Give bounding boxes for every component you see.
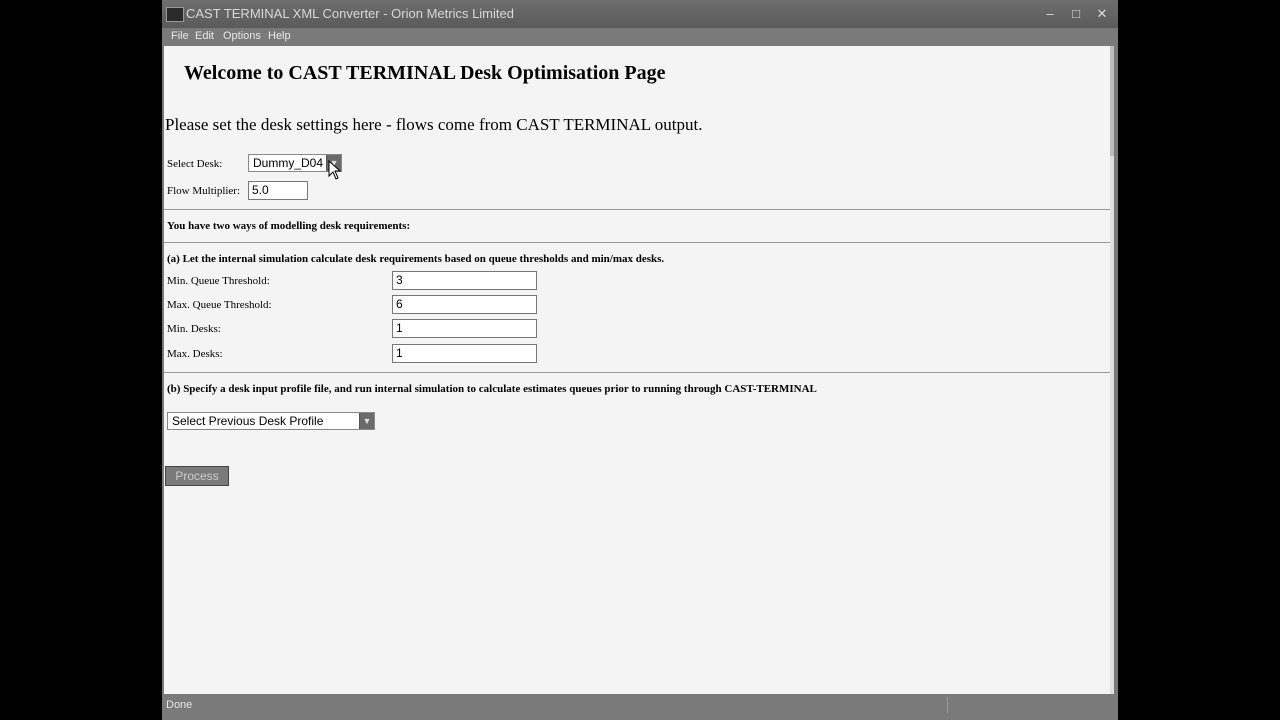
- menu-options[interactable]: Options: [223, 30, 261, 42]
- close-icon[interactable]: ✕: [1094, 7, 1110, 20]
- max-queue-threshold-value: 6: [396, 297, 403, 311]
- flow-multiplier-value: 5.0: [252, 183, 269, 197]
- min-queue-threshold-input[interactable]: 3: [392, 271, 537, 290]
- desk-profile-value: Select Previous Desk Profile: [172, 414, 324, 428]
- divider: [164, 242, 1114, 243]
- option-a-title: (a) Let the internal simulation calculat…: [167, 253, 665, 265]
- min-desks-label: Min. Desks:: [167, 323, 221, 335]
- min-desks-input[interactable]: 1: [392, 319, 537, 338]
- select-desk-value: Dummy_D04: [253, 156, 324, 170]
- desk-profile-dropdown[interactable]: Select Previous Desk Profile ▼: [167, 412, 375, 430]
- status-divider: [947, 697, 948, 713]
- browser-window: CAST TERMINAL XML Converter - Orion Metr…: [162, 0, 1118, 720]
- min-desks-value: 1: [396, 321, 403, 335]
- window-title: CAST TERMINAL XML Converter - Orion Metr…: [186, 6, 514, 21]
- max-queue-threshold-label: Max. Queue Threshold:: [167, 299, 272, 311]
- process-button[interactable]: Process: [165, 466, 229, 486]
- minimize-icon[interactable]: –: [1042, 7, 1058, 20]
- maximize-icon[interactable]: □: [1068, 7, 1084, 20]
- flow-multiplier-input[interactable]: 5.0: [248, 181, 308, 200]
- chevron-down-icon[interactable]: ▼: [359, 413, 374, 429]
- arrow-cursor-icon: [328, 160, 342, 180]
- min-queue-threshold-value: 3: [396, 273, 403, 287]
- menu-file[interactable]: File: [171, 30, 189, 42]
- max-queue-threshold-input[interactable]: 6: [392, 295, 537, 314]
- app-icon: [166, 7, 184, 22]
- menu-help[interactable]: Help: [268, 30, 291, 42]
- max-desks-label: Max. Desks:: [167, 348, 223, 360]
- max-desks-input[interactable]: 1: [392, 344, 537, 363]
- option-b-title: (b) Specify a desk input profile file, a…: [167, 383, 817, 395]
- page-content: Welcome to CAST TERMINAL Desk Optimisati…: [164, 46, 1114, 694]
- min-queue-threshold-label: Min. Queue Threshold:: [167, 275, 270, 287]
- status-text: Done: [166, 699, 193, 711]
- menu-bar: File Edit Options Help: [162, 28, 1118, 46]
- menu-edit[interactable]: Edit: [195, 30, 214, 42]
- divider: [164, 209, 1114, 210]
- select-desk-label: Select Desk:: [167, 158, 223, 170]
- scrollbar-thumb[interactable]: [1110, 46, 1114, 156]
- intro-text: Please set the desk settings here - flow…: [165, 115, 703, 134]
- status-bar: Done: [162, 694, 1118, 720]
- max-desks-value: 1: [396, 346, 403, 360]
- title-bar[interactable]: CAST TERMINAL XML Converter - Orion Metr…: [162, 0, 1118, 28]
- flow-multiplier-label: Flow Multiplier:: [167, 185, 241, 197]
- page-title: Welcome to CAST TERMINAL Desk Optimisati…: [184, 62, 666, 84]
- two-ways-text: You have two ways of modelling desk requ…: [167, 220, 411, 232]
- divider: [164, 372, 1114, 373]
- scrollbar[interactable]: [1110, 46, 1114, 694]
